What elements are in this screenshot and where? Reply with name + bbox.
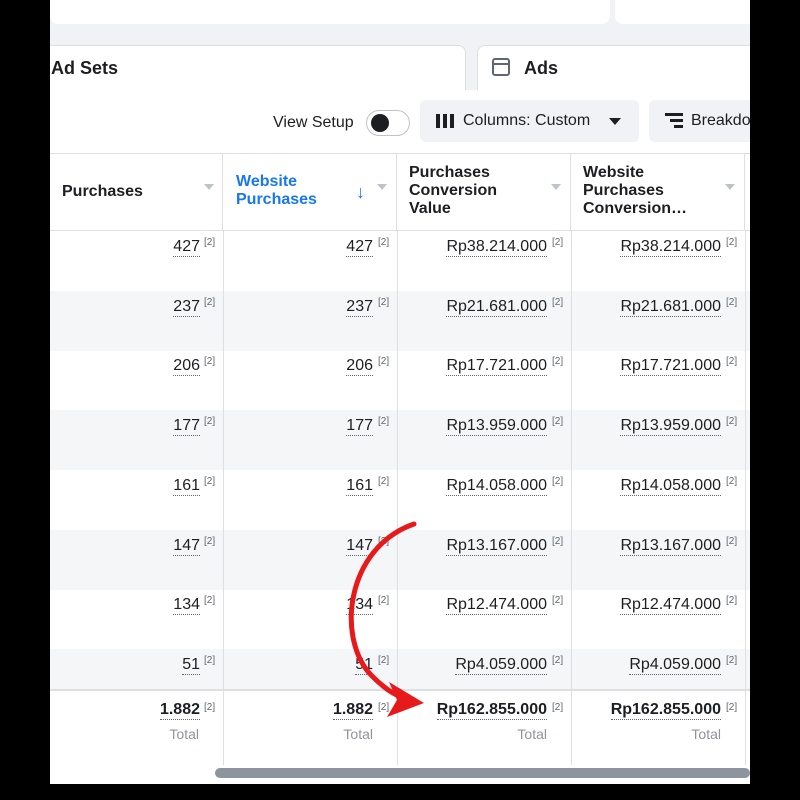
annotation-arrow-curve — [348, 521, 417, 704]
annotation-arrow-icon — [348, 521, 424, 717]
annotation-arrow-head — [387, 682, 424, 717]
